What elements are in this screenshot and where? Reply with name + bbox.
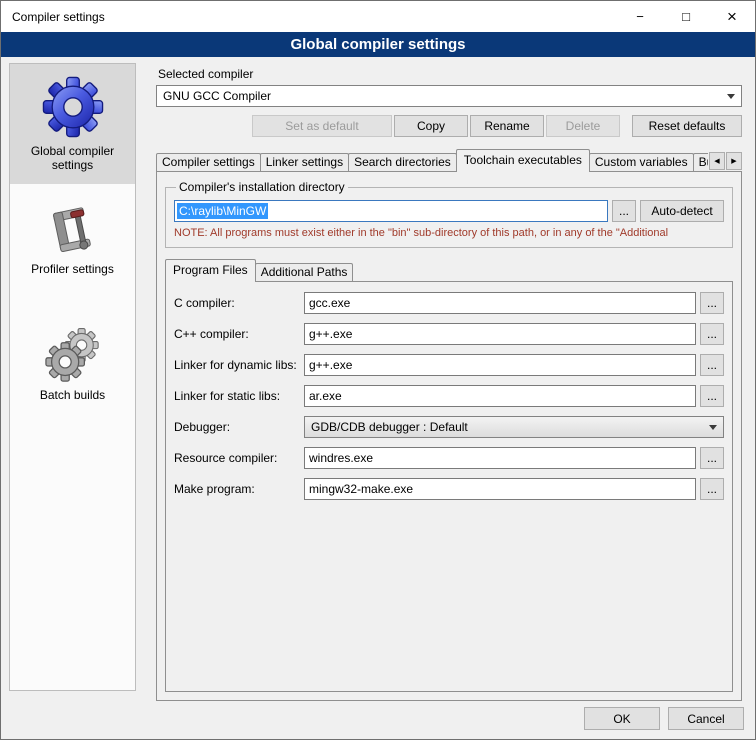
install-dir-browse-button[interactable]: ... — [612, 200, 636, 222]
toolchain-executables-panel: Compiler's installation directory C:\ray… — [156, 171, 742, 701]
sidebar: Global compiler settings Profiler settin… — [9, 63, 136, 691]
c-compiler-browse-button[interactable]: ... — [700, 292, 724, 314]
tab-scroll-right-icon[interactable]: ▶ — [726, 152, 742, 170]
sidebar-item-label: Profiler settings — [12, 262, 133, 276]
resource-compiler-label: Resource compiler: — [174, 451, 304, 465]
dynamic-linker-input[interactable] — [304, 354, 696, 376]
make-program-label: Make program: — [174, 482, 304, 496]
dynamic-linker-browse-button[interactable]: ... — [700, 354, 724, 376]
tab-compiler-settings[interactable]: Compiler settings — [156, 153, 261, 171]
install-dir-group-title: Compiler's installation directory — [176, 180, 348, 194]
gray-gears-icon — [45, 326, 101, 382]
cpp-compiler-label: C++ compiler: — [174, 327, 304, 341]
compiler-select-value: GNU GCC Compiler — [163, 89, 271, 103]
maximize-button[interactable]: □ — [663, 1, 709, 32]
sidebar-item-profiler-settings[interactable]: Profiler settings — [10, 192, 135, 288]
cpp-compiler-browse-button[interactable]: ... — [700, 323, 724, 345]
c-compiler-input[interactable] — [304, 292, 696, 314]
auto-detect-button[interactable]: Auto-detect — [640, 200, 724, 222]
tab-program-files[interactable]: Program Files — [165, 259, 256, 282]
copy-button[interactable]: Copy — [394, 115, 468, 137]
tab-scroll-buttons: ◀ ▶ — [708, 152, 742, 170]
tab-search-directories[interactable]: Search directories — [348, 153, 457, 171]
compiler-select[interactable]: GNU GCC Compiler — [156, 85, 742, 107]
page-title: Global compiler settings — [1, 32, 755, 57]
sidebar-item-label: Batch builds — [12, 388, 133, 402]
static-linker-row: Linker for static libs: ... — [174, 385, 724, 407]
chevron-down-icon — [727, 94, 735, 99]
ok-button[interactable]: OK — [584, 707, 660, 730]
tab-custom-variables[interactable]: Custom variables — [589, 153, 694, 171]
c-compiler-label: C compiler: — [174, 296, 304, 310]
dialog-footer: OK Cancel — [584, 707, 744, 730]
c-compiler-row: C compiler: ... — [174, 292, 724, 314]
debugger-select-value: GDB/CDB debugger : Default — [311, 420, 468, 434]
debugger-label: Debugger: — [174, 420, 304, 434]
delete-button[interactable]: Delete — [546, 115, 620, 137]
compiler-actions: Set as default Copy Rename Delete Reset … — [156, 115, 742, 137]
sidebar-item-batch-builds[interactable]: Batch builds — [10, 314, 135, 414]
tab-toolchain-executables[interactable]: Toolchain executables — [456, 149, 590, 172]
debugger-select[interactable]: GDB/CDB debugger : Default — [304, 416, 724, 438]
blue-gear-icon — [42, 76, 104, 138]
tab-linker-settings[interactable]: Linker settings — [260, 153, 349, 171]
dynamic-linker-row: Linker for dynamic libs: ... — [174, 354, 724, 376]
sidebar-item-global-compiler-settings[interactable]: Global compiler settings — [10, 64, 135, 184]
chevron-down-icon — [709, 425, 717, 430]
cpp-compiler-input[interactable] — [304, 323, 696, 345]
tab-scroll-left-icon[interactable]: ◀ — [709, 152, 725, 170]
tab-strip: Compiler settings Linker settings Search… — [156, 149, 742, 172]
static-linker-browse-button[interactable]: ... — [700, 385, 724, 407]
tab-build-options[interactable]: Build — [693, 153, 708, 171]
compiler-settings-window: Compiler settings − □ × Global compiler … — [0, 0, 756, 740]
make-program-browse-button[interactable]: ... — [700, 478, 724, 500]
cpp-compiler-row: C++ compiler: ... — [174, 323, 724, 345]
close-button[interactable]: × — [709, 1, 755, 32]
install-dir-note: NOTE: All programs must exist either in … — [174, 227, 724, 239]
window-title: Compiler settings — [1, 10, 105, 24]
resource-compiler-input[interactable] — [304, 447, 696, 469]
rename-button[interactable]: Rename — [470, 115, 544, 137]
debugger-row: Debugger: GDB/CDB debugger : Default — [174, 416, 724, 438]
selected-compiler-label: Selected compiler — [158, 67, 742, 81]
clamp-tool-icon — [47, 204, 99, 256]
make-program-input[interactable] — [304, 478, 696, 500]
resource-compiler-row: Resource compiler: ... — [174, 447, 724, 469]
resource-compiler-browse-button[interactable]: ... — [700, 447, 724, 469]
cancel-button[interactable]: Cancel — [668, 707, 744, 730]
set-as-default-button[interactable]: Set as default — [252, 115, 392, 137]
program-files-tab-strip: Program Files Additional Paths — [165, 260, 733, 282]
make-program-row: Make program: ... — [174, 478, 724, 500]
reset-defaults-button[interactable]: Reset defaults — [632, 115, 742, 137]
titlebar: Compiler settings − □ × — [1, 1, 755, 32]
tab-additional-paths[interactable]: Additional Paths — [255, 263, 354, 281]
dynamic-linker-label: Linker for dynamic libs: — [174, 358, 304, 372]
tab-scroll-area: Compiler settings Linker settings Search… — [156, 149, 708, 172]
install-dir-group: Compiler's installation directory C:\ray… — [165, 180, 733, 248]
window-controls: − □ × — [617, 1, 755, 32]
install-dir-input[interactable]: C:\raylib\MinGW — [174, 200, 608, 222]
main-panel: Selected compiler GNU GCC Compiler Set a… — [156, 61, 742, 701]
static-linker-input[interactable] — [304, 385, 696, 407]
sidebar-item-label: Global compiler settings — [12, 144, 133, 172]
program-files-panel: C compiler: ... C++ compiler: ... Linker… — [165, 281, 733, 692]
static-linker-label: Linker for static libs: — [174, 389, 304, 403]
install-dir-selected-text: C:\raylib\MinGW — [177, 203, 268, 219]
minimize-button[interactable]: − — [617, 1, 663, 32]
install-dir-row: C:\raylib\MinGW ... Auto-detect — [174, 200, 724, 222]
